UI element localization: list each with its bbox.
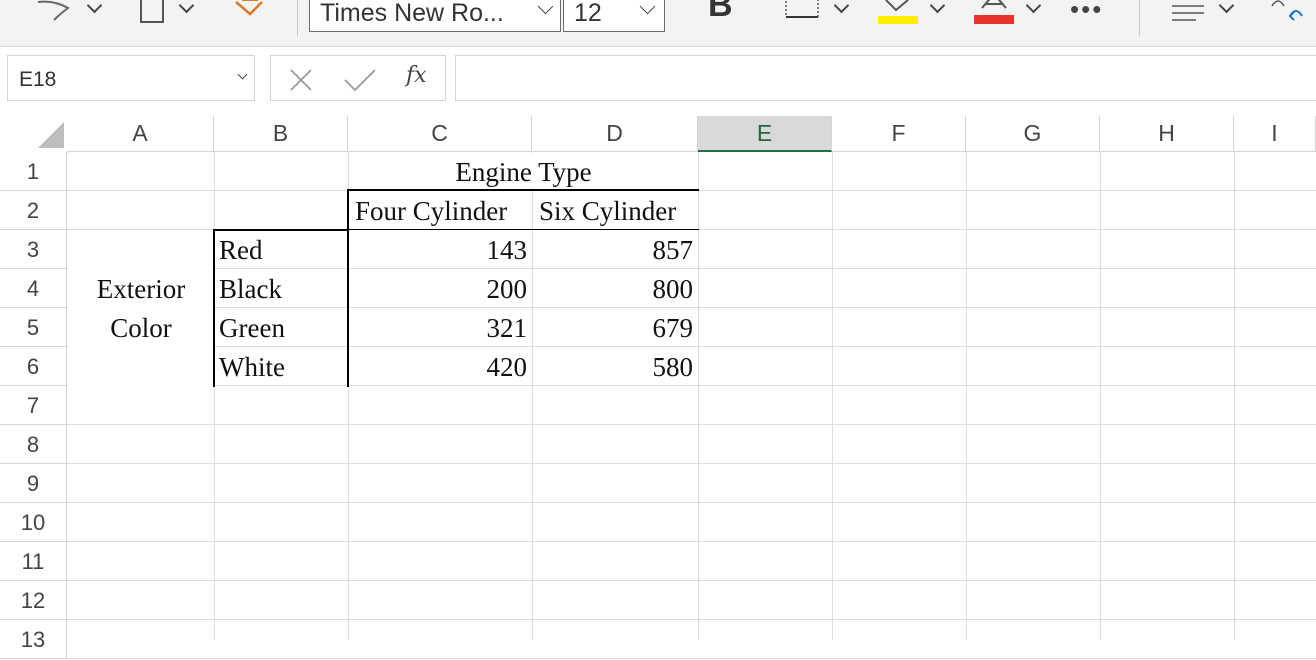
wrap-text-icon[interactable]	[1268, 0, 1308, 26]
row-header-5[interactable]: 5	[0, 308, 67, 347]
row-label-white[interactable]: White	[219, 348, 285, 387]
insert-function-button[interactable]: fx	[406, 63, 427, 88]
row-group-label-line-1: Exterior	[96, 274, 186, 304]
col-header-six-cylinder[interactable]: Six Cylinder	[539, 192, 676, 231]
column-header-a[interactable]: A	[67, 116, 214, 152]
font-name-dropdown[interactable]: Times New Ro...	[309, 0, 561, 32]
gridline	[832, 152, 833, 640]
gridline	[67, 502, 1316, 503]
row-header-4[interactable]: 4	[0, 269, 67, 308]
column-header-c[interactable]: C	[348, 116, 532, 152]
row-label-red[interactable]: Red	[219, 231, 263, 270]
ribbon-separator	[1139, 0, 1140, 36]
row-group-label-line-2: Color	[110, 313, 172, 343]
undo-dropdown-chevron-icon[interactable]	[86, 0, 103, 14]
gridline	[67, 541, 1316, 542]
confirm-icon[interactable]	[343, 68, 377, 92]
column-header-e[interactable]: E	[698, 116, 832, 152]
align-dropdown-chevron-icon[interactable]	[1218, 0, 1235, 14]
row-header-7[interactable]: 7	[0, 386, 67, 425]
gridline	[214, 152, 215, 640]
undo-icon[interactable]	[34, 0, 74, 24]
formula-buttons: fx	[270, 55, 446, 101]
gridline	[67, 424, 1316, 425]
row-header-2[interactable]: 2	[0, 191, 67, 230]
row-header-8[interactable]: 8	[0, 425, 67, 464]
cell-four-cylinder[interactable]: 321	[349, 309, 528, 348]
row-label-black[interactable]: Black	[219, 270, 282, 309]
cell-six-cylinder[interactable]: 679	[533, 309, 694, 348]
column-header-f[interactable]: F	[832, 116, 966, 152]
borders-icon[interactable]	[784, 0, 820, 20]
gridline	[67, 658, 1316, 659]
format-painter-icon[interactable]	[232, 0, 268, 22]
fill-color-dropdown-chevron-icon[interactable]	[929, 0, 946, 14]
column-header-d[interactable]: D	[532, 116, 698, 152]
engine-type-header: Engine Type	[455, 157, 592, 187]
font-size-dropdown[interactable]: 12	[563, 0, 665, 32]
gridline	[966, 152, 967, 640]
column-header-i[interactable]: I	[1234, 116, 1316, 152]
cell-six-cylinder[interactable]: 800	[533, 270, 694, 309]
gridline	[67, 463, 1316, 464]
column-header-g[interactable]: G	[966, 116, 1100, 152]
cell-six-cylinder[interactable]: 857	[533, 231, 694, 270]
row-label-green[interactable]: Green	[219, 309, 285, 348]
ribbon-separator	[297, 0, 298, 36]
row-header-3[interactable]: 3	[0, 230, 67, 269]
align-icon[interactable]	[1170, 2, 1206, 24]
row-header-1[interactable]: 1	[0, 152, 67, 191]
row-header-11[interactable]: 11	[0, 542, 67, 581]
gridline	[67, 580, 1316, 581]
font-name-value: Times New Ro...	[320, 0, 504, 27]
name-box-value: E18	[19, 68, 57, 91]
font-color-icon[interactable]	[974, 0, 1014, 26]
table-border	[213, 229, 215, 387]
column-header-h[interactable]: H	[1100, 116, 1234, 152]
gridline	[1100, 152, 1101, 640]
more-options-button[interactable]: •••	[1070, 0, 1103, 25]
row-header-6[interactable]: 6	[0, 347, 67, 386]
cell-four-cylinder[interactable]: 200	[349, 270, 528, 309]
chevron-down-icon	[639, 0, 656, 15]
cell-four-cylinder[interactable]: 420	[349, 348, 528, 387]
font-size-value: 12	[574, 0, 602, 27]
gridline	[532, 152, 533, 640]
borders-dropdown-chevron-icon[interactable]	[833, 0, 850, 14]
row-header-10[interactable]: 10	[0, 503, 67, 542]
name-box[interactable]: E18	[7, 55, 255, 101]
gridline	[698, 152, 699, 640]
chevron-down-icon	[237, 69, 248, 80]
font-color-dropdown-chevron-icon[interactable]	[1025, 0, 1042, 14]
row-header-9[interactable]: 9	[0, 464, 67, 503]
table-border	[349, 229, 699, 230]
bold-button[interactable]: B	[708, 0, 733, 25]
paste-dropdown-chevron-icon[interactable]	[178, 0, 195, 14]
col-header-four-cylinder[interactable]: Four Cylinder	[355, 192, 507, 231]
table-border	[213, 229, 349, 231]
gridline	[1234, 152, 1235, 640]
table-border	[347, 189, 349, 387]
formula-input[interactable]	[455, 55, 1316, 101]
ribbon-toolbar: Times New Ro... 12 B •••	[0, 0, 1316, 47]
column-header-b[interactable]: B	[214, 116, 348, 152]
gridline	[67, 619, 1316, 620]
cancel-icon[interactable]	[289, 68, 313, 92]
fill-color-icon[interactable]	[878, 0, 918, 26]
paste-icon[interactable]	[138, 0, 166, 26]
select-all-corner[interactable]	[0, 116, 68, 153]
cell-six-cylinder[interactable]: 580	[533, 348, 694, 387]
chevron-down-icon	[537, 0, 554, 15]
row-header-12[interactable]: 12	[0, 581, 67, 620]
table-border	[348, 189, 699, 191]
cell-four-cylinder[interactable]: 143	[349, 231, 528, 270]
